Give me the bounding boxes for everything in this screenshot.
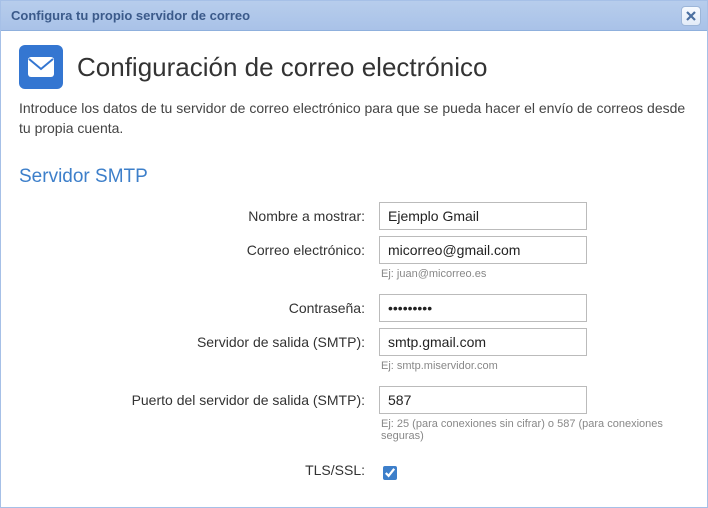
row-display-name: Nombre a mostrar: [19,202,689,230]
password-input[interactable] [379,294,587,322]
display-name-input[interactable] [379,202,587,230]
window-title: Configura tu propio servidor de correo [11,8,250,23]
email-config-dialog: Configura tu propio servidor de correo C… [0,0,708,508]
hint-email: Ej: juan@micorreo.es [381,268,689,280]
tls-checkbox[interactable] [383,466,397,480]
mail-icon [19,45,63,89]
row-smtp-port: Puerto del servidor de salida (SMTP): Ej… [19,386,689,450]
section-heading: Servidor SMTP [19,166,689,188]
label-tls: TLS/SSL: [19,456,379,478]
row-smtp-server: Servidor de salida (SMTP): Ej: smtp.mise… [19,328,689,380]
label-smtp-port: Puerto del servidor de salida (SMTP): [19,386,379,408]
label-smtp-server: Servidor de salida (SMTP): [19,328,379,350]
label-password: Contraseña: [19,294,379,316]
row-tls: TLS/SSL: [19,456,689,483]
header-row: Configuración de correo electrónico [19,45,689,89]
close-button[interactable] [681,6,701,26]
smtp-server-input[interactable] [379,328,587,356]
intro-text: Introduce los datos de tu servidor de co… [19,99,689,138]
dialog-content: Configuración de correo electrónico Intr… [1,31,707,507]
title-bar: Configura tu propio servidor de correo [1,1,707,31]
row-password: Contraseña: [19,294,689,322]
page-title: Configuración de correo electrónico [77,52,487,83]
smtp-port-input[interactable] [379,386,587,414]
email-input[interactable] [379,236,587,264]
close-icon [686,11,696,21]
smtp-form: Nombre a mostrar: Correo electrónico: Ej… [19,202,689,483]
label-email: Correo electrónico: [19,236,379,258]
row-email: Correo electrónico: Ej: juan@micorreo.es [19,236,689,288]
hint-smtp-server: Ej: smtp.miservidor.com [381,360,689,372]
hint-smtp-port: Ej: 25 (para conexiones sin cifrar) o 58… [381,418,689,442]
label-display-name: Nombre a mostrar: [19,202,379,224]
